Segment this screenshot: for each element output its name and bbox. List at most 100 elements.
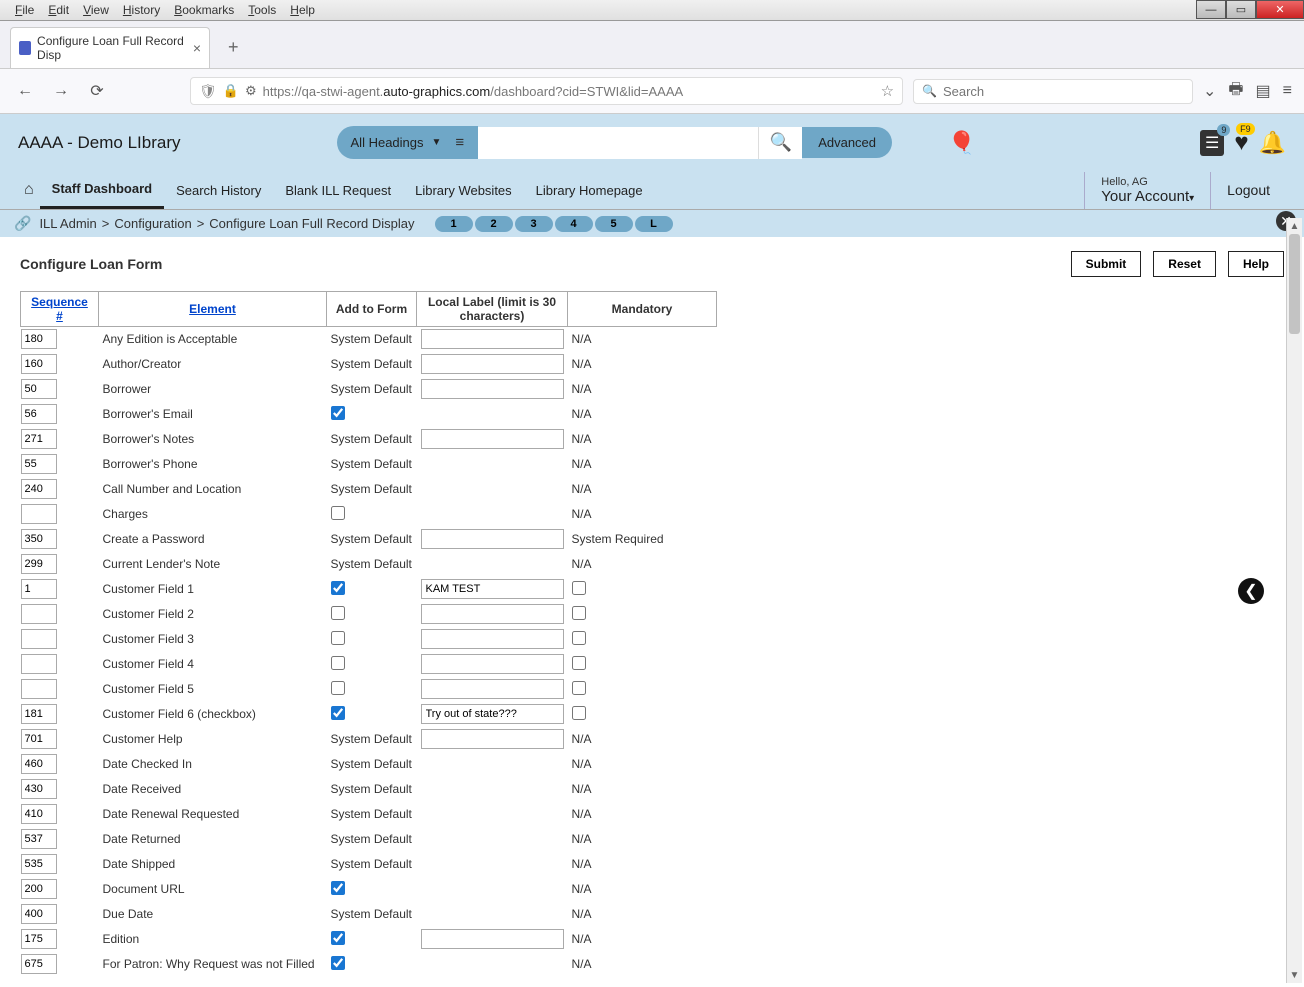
add-to-form-checkbox[interactable] [331,706,345,720]
sequence-input[interactable] [21,404,57,424]
local-label-input[interactable] [421,579,564,599]
notifications-icon[interactable]: 🔔 [1259,130,1286,156]
add-to-form-checkbox[interactable] [331,931,345,945]
page-pill-1[interactable]: 1 [435,216,473,232]
local-label-input[interactable] [421,704,564,724]
breadcrumb-item[interactable]: ILL Admin [39,216,96,231]
mandatory-checkbox[interactable] [572,656,586,670]
browser-search-input[interactable] [943,84,1184,99]
nav-blank-ill-request[interactable]: Blank ILL Request [273,173,403,208]
menu-tools[interactable]: Tools [241,1,283,19]
sequence-input[interactable] [21,579,57,599]
sequence-input[interactable] [21,454,57,474]
favorites-icon[interactable]: ♥F9 [1234,129,1248,157]
vertical-scrollbar[interactable]: ▲ ▼ [1286,218,1302,983]
menu-edit[interactable]: Edit [41,1,76,19]
mandatory-checkbox[interactable] [572,581,586,595]
local-label-input[interactable] [421,529,564,549]
page-pill-4[interactable]: 4 [555,216,593,232]
maximize-button[interactable]: ▭ [1226,0,1256,19]
print-icon[interactable]: 🖶 [1228,78,1243,105]
add-to-form-checkbox[interactable] [331,631,345,645]
sequence-input[interactable] [21,704,57,724]
local-label-input[interactable] [421,379,564,399]
forward-button[interactable]: → [48,78,74,104]
add-to-form-checkbox[interactable] [331,506,345,520]
add-to-form-checkbox[interactable] [331,581,345,595]
col-sequence[interactable]: Sequence # [21,292,99,327]
sequence-input[interactable] [21,804,57,824]
mandatory-checkbox[interactable] [572,706,586,720]
col-element[interactable]: Element [99,292,327,327]
list-icon[interactable]: ☰9 [1200,130,1224,156]
your-account-link[interactable]: Your Account▾ [1101,188,1194,205]
minimize-button[interactable]: — [1196,0,1226,19]
sequence-input[interactable] [21,754,57,774]
new-tab-button[interactable]: + [220,33,247,62]
sequence-input[interactable] [21,354,57,374]
sequence-input[interactable] [21,729,57,749]
sequence-input[interactable] [21,829,57,849]
catalog-search-input[interactable] [478,127,758,159]
sequence-input[interactable] [21,604,57,624]
menu-history[interactable]: History [116,1,167,19]
home-icon[interactable]: ⌂ [18,173,40,207]
local-label-input[interactable] [421,429,564,449]
balloon-icon[interactable]: 🎈 [948,130,975,156]
add-to-form-checkbox[interactable] [331,656,345,670]
headings-dropdown[interactable]: All Headings ▼ ≡ [337,126,479,159]
local-label-input[interactable] [421,329,564,349]
local-label-input[interactable] [421,929,564,949]
lock-icon[interactable]: 🔒 [223,83,239,99]
local-label-input[interactable] [421,354,564,374]
page-pill-2[interactable]: 2 [475,216,513,232]
shield-icon[interactable]: 🛡 [199,83,217,100]
local-label-input[interactable] [421,604,564,624]
sequence-input[interactable] [21,329,57,349]
back-button[interactable]: ← [12,78,38,104]
page-pill-L[interactable]: L [635,216,673,232]
page-pill-3[interactable]: 3 [515,216,553,232]
sequence-input[interactable] [21,654,57,674]
sequence-input[interactable] [21,904,57,924]
sequence-input[interactable] [21,429,57,449]
nav-library-websites[interactable]: Library Websites [403,173,524,208]
sequence-input[interactable] [21,679,57,699]
local-label-input[interactable] [421,679,564,699]
browser-search-box[interactable]: 🔍 [913,79,1193,104]
sequence-input[interactable] [21,479,57,499]
menu-bookmarks[interactable]: Bookmarks [167,1,241,19]
sequence-input[interactable] [21,954,57,974]
scroll-thumb[interactable] [1289,234,1300,334]
breadcrumb-item[interactable]: Configuration [114,216,191,231]
menu-view[interactable]: View [76,1,116,19]
sequence-input[interactable] [21,779,57,799]
reset-button[interactable]: Reset [1153,251,1216,277]
bookmark-star-icon[interactable]: ☆ [881,82,894,100]
mandatory-checkbox[interactable] [572,681,586,695]
window-close-button[interactable]: ✕ [1256,0,1304,19]
sequence-input[interactable] [21,554,57,574]
permissions-icon[interactable]: ⚙ [245,83,257,99]
menu-file[interactable]: File [8,1,41,19]
logout-link[interactable]: Logout [1211,182,1286,198]
account-box[interactable]: Hello, AG Your Account▾ [1084,172,1211,209]
tab-close-icon[interactable]: × [193,40,201,56]
add-to-form-checkbox[interactable] [331,956,345,970]
sequence-input[interactable] [21,529,57,549]
search-button[interactable]: 🔍 [758,127,802,159]
app-menu-icon[interactable]: ≡ [1283,82,1292,100]
pocket-icon[interactable]: ⌄ [1203,81,1216,101]
nav-search-history[interactable]: Search History [164,173,273,208]
side-panel-toggle[interactable]: ❮ [1238,578,1264,604]
add-to-form-checkbox[interactable] [331,406,345,420]
advanced-search-button[interactable]: Advanced [802,127,892,158]
mandatory-checkbox[interactable] [572,606,586,620]
nav-staff-dashboard[interactable]: Staff Dashboard [40,171,164,209]
local-label-input[interactable] [421,629,564,649]
help-button[interactable]: Help [1228,251,1284,277]
submit-button[interactable]: Submit [1071,251,1142,277]
reload-button[interactable]: ⟳ [84,78,110,104]
scroll-up-icon[interactable]: ▲ [1287,218,1302,234]
local-label-input[interactable] [421,654,564,674]
